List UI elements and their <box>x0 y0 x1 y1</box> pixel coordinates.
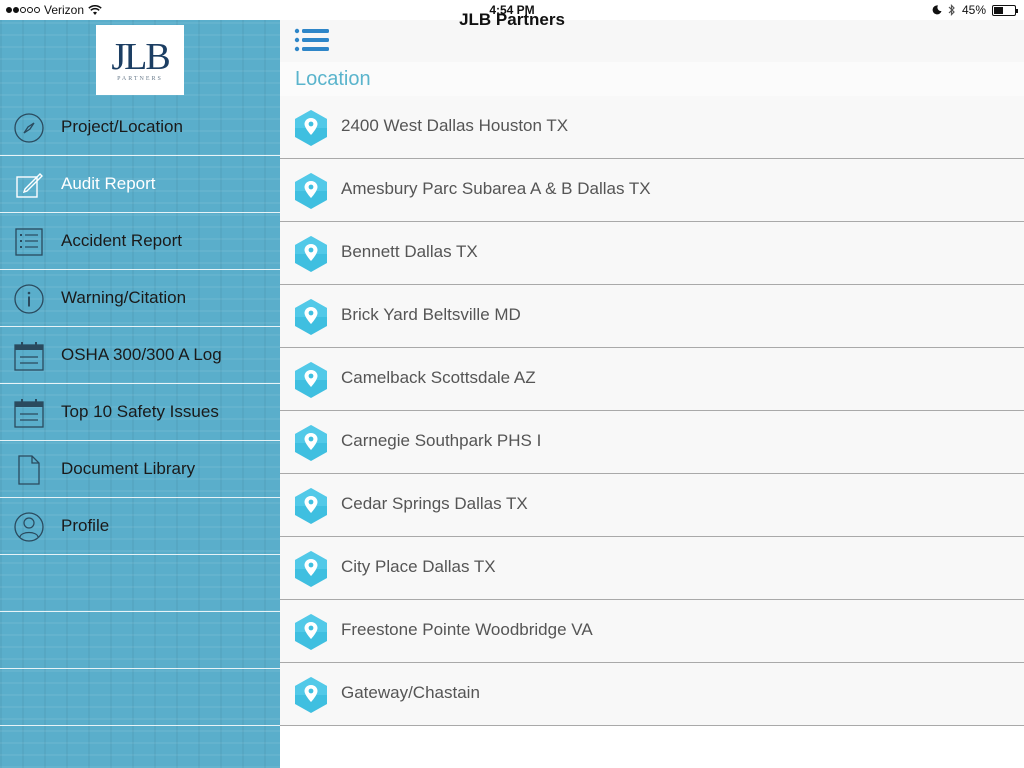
location-pin-icon <box>292 298 330 336</box>
sidebar-item-label: Accident Report <box>61 231 182 250</box>
location-pin-icon <box>292 613 330 651</box>
edit-icon <box>13 169 45 201</box>
sidebar-empty-row <box>0 612 280 669</box>
battery-percent: 45% <box>961 3 986 17</box>
location-list: 2400 West Dallas Houston TX Amesbury Parc… <box>280 96 1024 726</box>
sidebar-item-label: Profile <box>61 516 110 535</box>
sidebar-item-accident-report[interactable]: Accident Report <box>0 213 280 270</box>
location-pin-icon <box>292 235 330 273</box>
list-item[interactable]: Brick Yard Beltsville MD <box>280 285 1024 348</box>
sidebar-item-profile[interactable]: Profile <box>0 498 280 555</box>
location-pin-icon <box>292 109 330 147</box>
location-pin-icon <box>292 172 330 210</box>
location-name: Freestone Pointe Woodbridge VA <box>341 620 593 639</box>
location-pin-icon <box>292 361 330 399</box>
location-name: Brick Yard Beltsville MD <box>341 305 521 324</box>
list-item[interactable]: Carnegie Southpark PHS I <box>280 411 1024 474</box>
location-name: Camelback Scottsdale AZ <box>341 368 536 387</box>
status-right: 45% <box>932 3 1018 17</box>
location-name: Gateway/Chastain <box>341 683 480 702</box>
section-title: Location <box>295 68 371 90</box>
sidebar-item-document-library[interactable]: Document Library <box>0 441 280 498</box>
location-name: Cedar Springs Dallas TX <box>341 494 528 513</box>
location-pin-icon <box>292 550 330 588</box>
calendar-icon <box>13 340 45 372</box>
battery-fill <box>994 6 1003 14</box>
list-empty-area <box>280 726 1024 768</box>
list-item[interactable]: Amesbury Parc Subarea A & B Dallas TX <box>280 159 1024 222</box>
page-title: JLB Partners <box>459 10 565 29</box>
location-name: 2400 West Dallas Houston TX <box>341 116 569 135</box>
sidebar-item-label: OSHA 300/300 A Log <box>61 345 222 364</box>
location-pin-icon <box>292 676 330 714</box>
list-item[interactable]: Gateway/Chastain <box>280 663 1024 726</box>
sidebar: JLB PARTNERS Project/Location Audit Repor… <box>0 20 280 768</box>
location-name: City Place Dallas TX <box>341 557 496 576</box>
logo-text: JLB <box>111 36 170 78</box>
location-pin-icon <box>292 424 330 462</box>
sidebar-item-label: Audit Report <box>61 174 156 193</box>
list-item[interactable]: 2400 West Dallas Houston TX <box>280 96 1024 159</box>
sidebar-item-label: Project/Location <box>61 117 183 136</box>
moon-icon <box>932 5 942 15</box>
list-item[interactable]: City Place Dallas TX <box>280 537 1024 600</box>
list-item[interactable]: Bennett Dallas TX <box>280 222 1024 285</box>
sidebar-item-warning-citation[interactable]: Warning/Citation <box>0 270 280 327</box>
list-item[interactable]: Cedar Springs Dallas TX <box>280 474 1024 537</box>
calendar-icon <box>13 397 45 429</box>
sidebar-menu: Project/Location Audit Report Accident Rep… <box>0 99 280 726</box>
sidebar-empty-row <box>0 669 280 726</box>
sidebar-item-label: Document Library <box>61 459 196 478</box>
location-name: Amesbury Parc Subarea A & B Dallas TX <box>341 179 651 198</box>
location-pin-icon <box>292 487 330 525</box>
list-item[interactable]: Freestone Pointe Woodbridge VA <box>280 600 1024 663</box>
sidebar-item-top-10-safety-issues[interactable]: Top 10 Safety Issues <box>0 384 280 441</box>
bluetooth-icon <box>948 4 955 16</box>
sidebar-item-osha-300-300-a-log[interactable]: OSHA 300/300 A Log <box>0 327 280 384</box>
sidebar-item-label: Warning/Citation <box>61 288 187 307</box>
battery-icon <box>992 4 1018 16</box>
menu-icon[interactable] <box>294 26 330 54</box>
info-icon <box>13 283 45 315</box>
location-name: Bennett Dallas TX <box>341 242 478 261</box>
location-name: Carnegie Southpark PHS I <box>341 431 542 450</box>
list-icon <box>13 226 45 258</box>
sidebar-item-audit-report[interactable]: Audit Report <box>0 156 280 213</box>
company-logo: JLB PARTNERS <box>96 25 184 95</box>
user-icon <box>13 511 45 543</box>
sidebar-item-label: Top 10 Safety Issues <box>61 402 219 421</box>
section-header: Location <box>280 62 1024 96</box>
sidebar-item-project-location[interactable]: Project/Location <box>0 99 280 156</box>
sidebar-empty-row <box>0 555 280 612</box>
logo-subtext: PARTNERS <box>117 76 163 82</box>
list-item[interactable]: Camelback Scottsdale AZ <box>280 348 1024 411</box>
compass-icon <box>13 112 45 144</box>
document-icon <box>13 454 45 486</box>
